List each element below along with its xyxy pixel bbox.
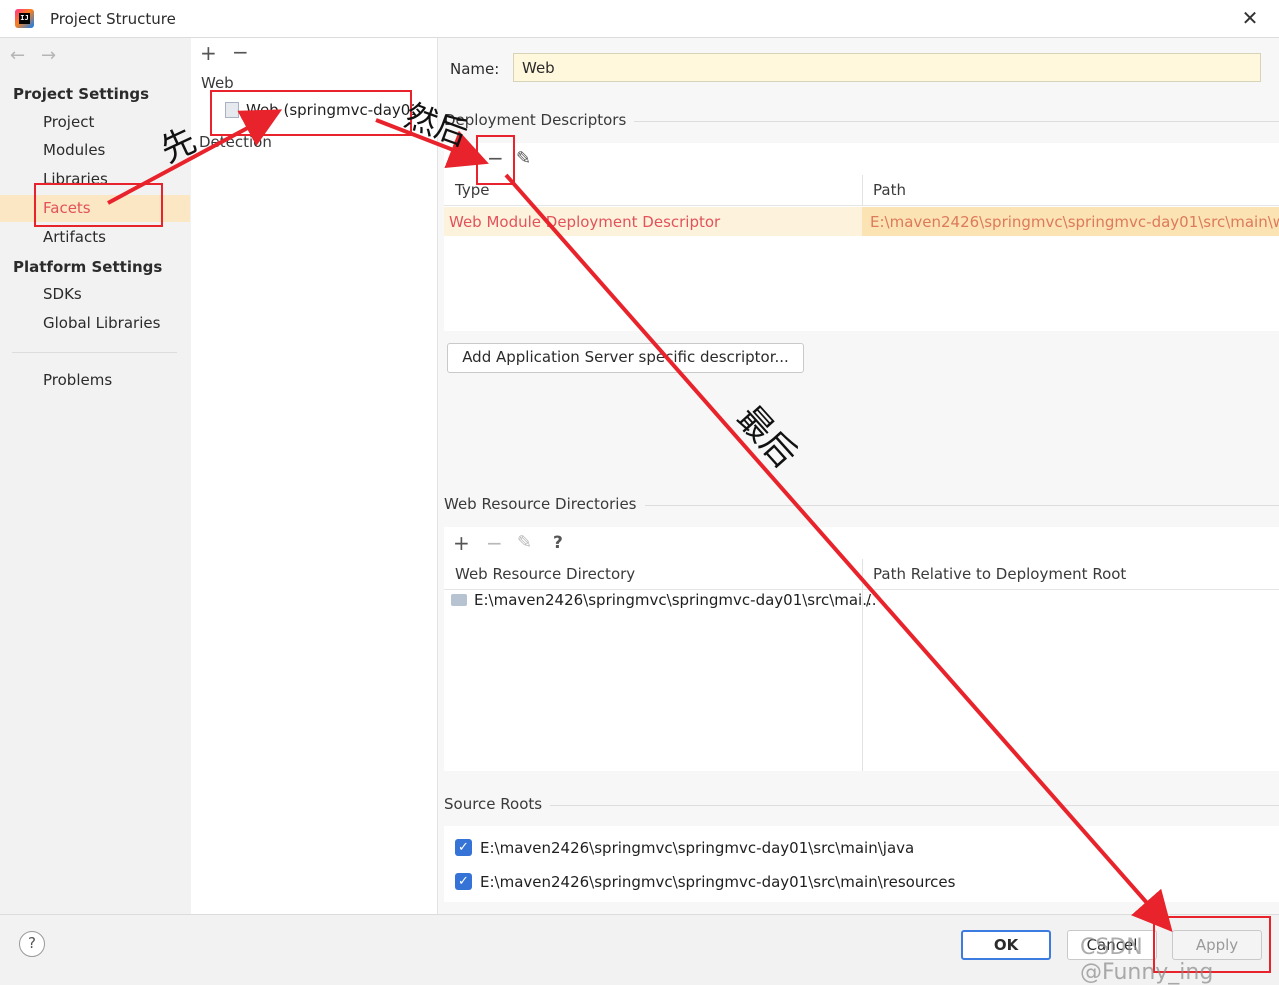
annotation-arrow-finally [504, 173, 1173, 933]
watermark: CSDN @Funny_ing [1080, 935, 1214, 985]
